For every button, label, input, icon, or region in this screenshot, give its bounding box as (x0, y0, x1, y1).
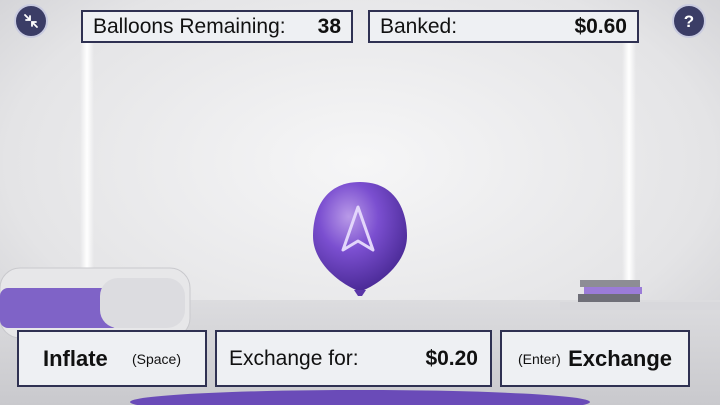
exchange-value-panel: Exchange for: $0.20 (215, 330, 492, 387)
left-light-strip (80, 40, 94, 280)
question-mark-icon: ? (683, 11, 695, 31)
banked-value: $0.60 (574, 14, 627, 38)
collapse-button[interactable] (14, 4, 48, 38)
right-light-strip (622, 40, 636, 280)
banked-label: Banked: (380, 14, 458, 38)
collapse-arrows-icon (24, 14, 38, 28)
exchange-for-label: Exchange for: (229, 346, 359, 370)
exchange-label: Exchange (568, 345, 672, 371)
balloons-remaining-panel: Balloons Remaining: 38 (81, 10, 353, 43)
inflate-shortcut-hint: (Space) (131, 350, 181, 367)
balloons-remaining-value: 38 (317, 14, 341, 38)
exchange-for-value: $0.20 (425, 346, 478, 370)
inflate-button[interactable]: Inflate (Space) (17, 330, 207, 387)
help-button[interactable]: ? (672, 4, 706, 38)
inflate-label: Inflate (43, 345, 108, 371)
balloons-remaining-label: Balloons Remaining: (93, 14, 286, 38)
exchange-button[interactable]: (Enter) Exchange (500, 330, 690, 387)
sofa (0, 267, 191, 339)
exchange-shortcut-hint: (Enter) (518, 350, 561, 367)
banked-panel: Banked: $0.60 (368, 10, 639, 43)
